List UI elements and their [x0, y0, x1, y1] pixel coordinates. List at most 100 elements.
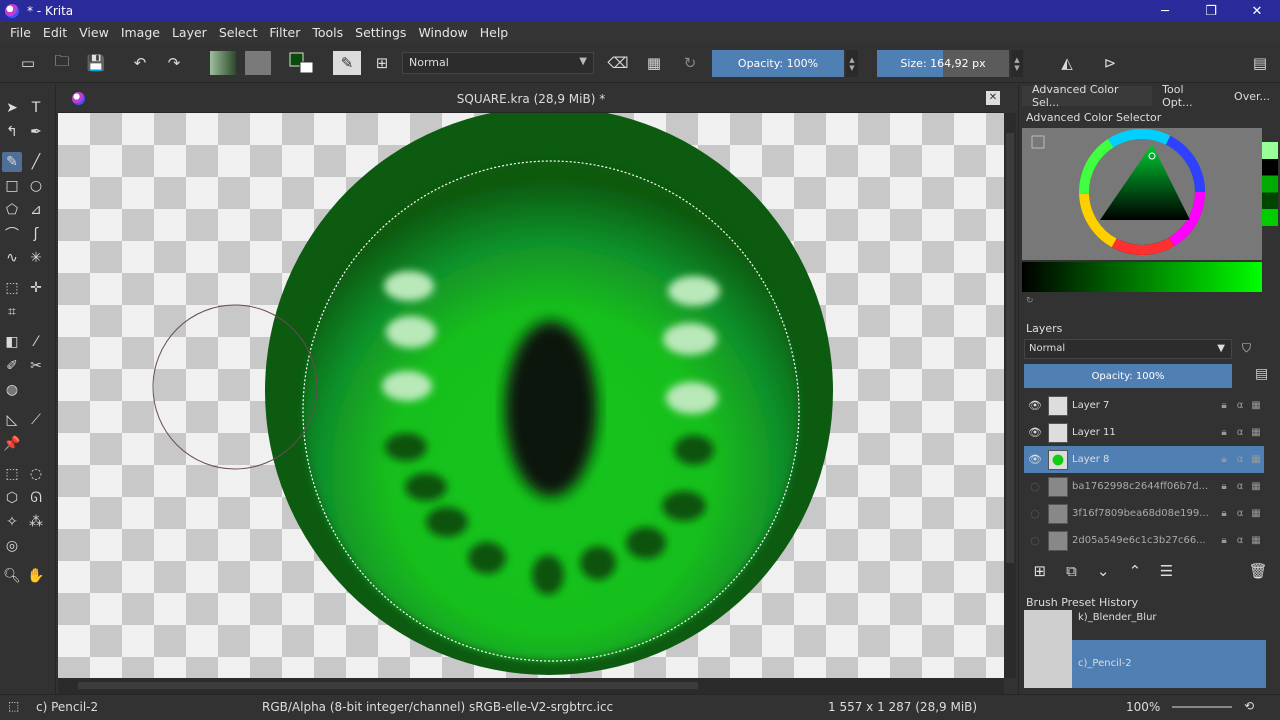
- eye-hidden-icon[interactable]: ○: [1024, 507, 1046, 520]
- delete-layer-icon[interactable]: 🗑: [1242, 562, 1274, 580]
- ellipse-select-icon[interactable]: ◌: [26, 464, 46, 484]
- dynamic-brush-icon[interactable]: ∿: [2, 248, 22, 268]
- dock-settings-icon[interactable]: ▤: [1248, 51, 1272, 75]
- fill-tool-icon[interactable]: ◍: [2, 380, 22, 400]
- menu-image[interactable]: Image: [115, 25, 166, 40]
- calligraphy-icon[interactable]: ✒: [26, 122, 46, 142]
- size-spin-icon[interactable]: ▲ ▼: [1011, 50, 1023, 77]
- brush-history-item[interactable]: k)_Blender_Blur: [1024, 610, 1266, 640]
- horizontal-scrollbar[interactable]: [58, 678, 1004, 694]
- colorize-mask-icon[interactable]: ✐: [2, 356, 22, 376]
- menu-filter[interactable]: Filter: [263, 25, 306, 40]
- transform-tool-icon[interactable]: ⬚: [2, 278, 22, 298]
- opacity-spin-icon[interactable]: ▲ ▼: [846, 50, 858, 77]
- inherit-alpha-icon[interactable]: ▦: [1248, 427, 1264, 438]
- saturation-triangle[interactable]: [1100, 144, 1190, 220]
- layer-row[interactable]: ○ ba1762998c2644ff06b7d... 🔒︎ α ▦: [1024, 473, 1264, 500]
- zoom-tool-icon[interactable]: 🔍︎: [2, 566, 22, 586]
- inherit-alpha-icon[interactable]: ▦: [1248, 508, 1264, 519]
- alpha-lock-icon[interactable]: α: [1232, 427, 1248, 438]
- brush-presets-grid-icon[interactable]: ⊞: [370, 51, 394, 75]
- rotate-view-icon[interactable]: ⟲: [1244, 699, 1254, 713]
- measure-tool-icon[interactable]: ⟋: [26, 410, 46, 430]
- canvas[interactable]: [58, 113, 1004, 678]
- polygon-select-icon[interactable]: ⬡: [2, 488, 22, 508]
- color-picker-icon[interactable]: ⁄: [26, 332, 46, 352]
- polygon-tool-icon[interactable]: ⬠: [2, 200, 22, 220]
- polyline-tool-icon[interactable]: ⊿: [26, 200, 46, 220]
- alpha-lock-icon[interactable]: α: [1232, 454, 1248, 465]
- preserve-alpha-icon[interactable]: ▦: [642, 51, 666, 75]
- lock-icon[interactable]: 🔒︎: [1216, 454, 1232, 465]
- minimize-button[interactable]: ─: [1142, 0, 1188, 22]
- layer-row[interactable]: 👁 Layer 7 🔒︎ α ▦: [1024, 392, 1264, 419]
- rectangle-tool-icon[interactable]: □: [2, 176, 22, 196]
- color-history-strip[interactable]: [1262, 142, 1278, 254]
- rect-select-icon[interactable]: ⬚: [2, 464, 22, 484]
- inherit-alpha-icon[interactable]: ▦: [1248, 454, 1264, 465]
- freehand-brush-icon[interactable]: ✎: [2, 152, 22, 172]
- bezier-select-icon[interactable]: ◎: [2, 536, 22, 556]
- filter-icon[interactable]: ⛉: [1242, 341, 1251, 356]
- freehand-select-icon[interactable]: ᘏ: [26, 488, 46, 508]
- menu-tools[interactable]: Tools: [306, 25, 349, 40]
- alpha-lock-icon[interactable]: α: [1232, 481, 1248, 492]
- text-tool-icon[interactable]: T: [26, 98, 46, 118]
- menu-layer[interactable]: Layer: [166, 25, 213, 40]
- brush-preset-icon[interactable]: ✎: [333, 51, 361, 75]
- blend-mode-dropdown[interactable]: Normal ▼: [402, 52, 594, 74]
- redo-icon[interactable]: ↷: [162, 51, 186, 75]
- inherit-alpha-icon[interactable]: ▦: [1248, 535, 1264, 546]
- shade-selector[interactable]: [1022, 262, 1262, 292]
- edit-shapes-icon[interactable]: ↰: [2, 122, 22, 142]
- maximize-button[interactable]: ❐: [1188, 0, 1234, 22]
- reload-preset-icon[interactable]: ↻: [678, 51, 702, 75]
- bezier-tool-icon[interactable]: ⌒: [2, 224, 22, 244]
- menu-settings[interactable]: Settings: [349, 25, 412, 40]
- save-document-icon[interactable]: 💾: [84, 51, 108, 75]
- undo-icon[interactable]: ↶: [128, 51, 152, 75]
- inherit-alpha-icon[interactable]: ▦: [1248, 400, 1264, 411]
- layer-row[interactable]: 👁 Layer 11 🔒︎ α ▦: [1024, 419, 1264, 446]
- tab-tool-options[interactable]: Tool Opt...: [1152, 83, 1224, 109]
- layer-properties-icon[interactable]: ☰: [1151, 562, 1183, 580]
- mirror-vertical-icon[interactable]: ⊳: [1098, 51, 1122, 75]
- layer-blend-dropdown[interactable]: Normal ▼: [1024, 339, 1232, 359]
- gradient-swatch[interactable]: [210, 51, 236, 75]
- smart-patch-icon[interactable]: ✂: [26, 356, 46, 376]
- line-tool-icon[interactable]: ╱: [26, 152, 46, 172]
- open-document-icon[interactable]: 🗀: [50, 51, 74, 75]
- fg-bg-color-icon[interactable]: [288, 51, 316, 75]
- layer-options-icon[interactable]: ▤: [1255, 366, 1268, 382]
- alpha-lock-icon[interactable]: α: [1232, 508, 1248, 519]
- eye-icon[interactable]: 👁: [1024, 399, 1046, 412]
- add-layer-icon[interactable]: ⊞: [1024, 562, 1056, 580]
- crop-tool-icon[interactable]: ⌗: [2, 302, 22, 322]
- similar-select-icon[interactable]: ⁂: [26, 512, 46, 532]
- duplicate-layer-icon[interactable]: ⧉: [1056, 562, 1088, 580]
- layer-row[interactable]: ○ 3f16f7809bea68d08e199... 🔒︎ α ▦: [1024, 500, 1264, 527]
- reference-tool-icon[interactable]: 📌: [2, 434, 22, 454]
- menu-select[interactable]: Select: [213, 25, 264, 40]
- lock-icon[interactable]: 🔒︎: [1216, 535, 1232, 546]
- opacity-slider[interactable]: Opacity: 100%: [712, 50, 844, 77]
- eye-icon[interactable]: 👁: [1024, 426, 1046, 439]
- color-selector-widget[interactable]: [1022, 128, 1262, 260]
- menu-help[interactable]: Help: [474, 25, 515, 40]
- contiguous-select-icon[interactable]: ✧: [2, 512, 22, 532]
- move-layer-up-icon[interactable]: ⌃: [1119, 562, 1151, 580]
- brush-history-item-selected[interactable]: c)_Pencil-2: [1024, 640, 1266, 688]
- eye-hidden-icon[interactable]: ○: [1024, 534, 1046, 547]
- freehand-path-icon[interactable]: ʃ: [26, 224, 46, 244]
- assistant-tool-icon[interactable]: ◺: [2, 410, 22, 430]
- inherit-alpha-icon[interactable]: ▦: [1248, 481, 1264, 492]
- layer-row-selected[interactable]: 👁 Layer 8 🔒︎ α ▦: [1024, 446, 1264, 473]
- mirror-horizontal-icon[interactable]: ◭: [1055, 51, 1079, 75]
- size-slider[interactable]: Size: 164,92 px: [877, 50, 1009, 77]
- tab-advanced-color-selector[interactable]: Advanced Color Sel...: [1022, 83, 1153, 109]
- tab-overview[interactable]: Over...: [1224, 86, 1280, 106]
- lock-icon[interactable]: 🔒︎: [1216, 508, 1232, 519]
- move-tool-icon[interactable]: ✛: [26, 278, 46, 298]
- vertical-scrollbar[interactable]: [1004, 113, 1016, 678]
- menu-window[interactable]: Window: [412, 25, 473, 40]
